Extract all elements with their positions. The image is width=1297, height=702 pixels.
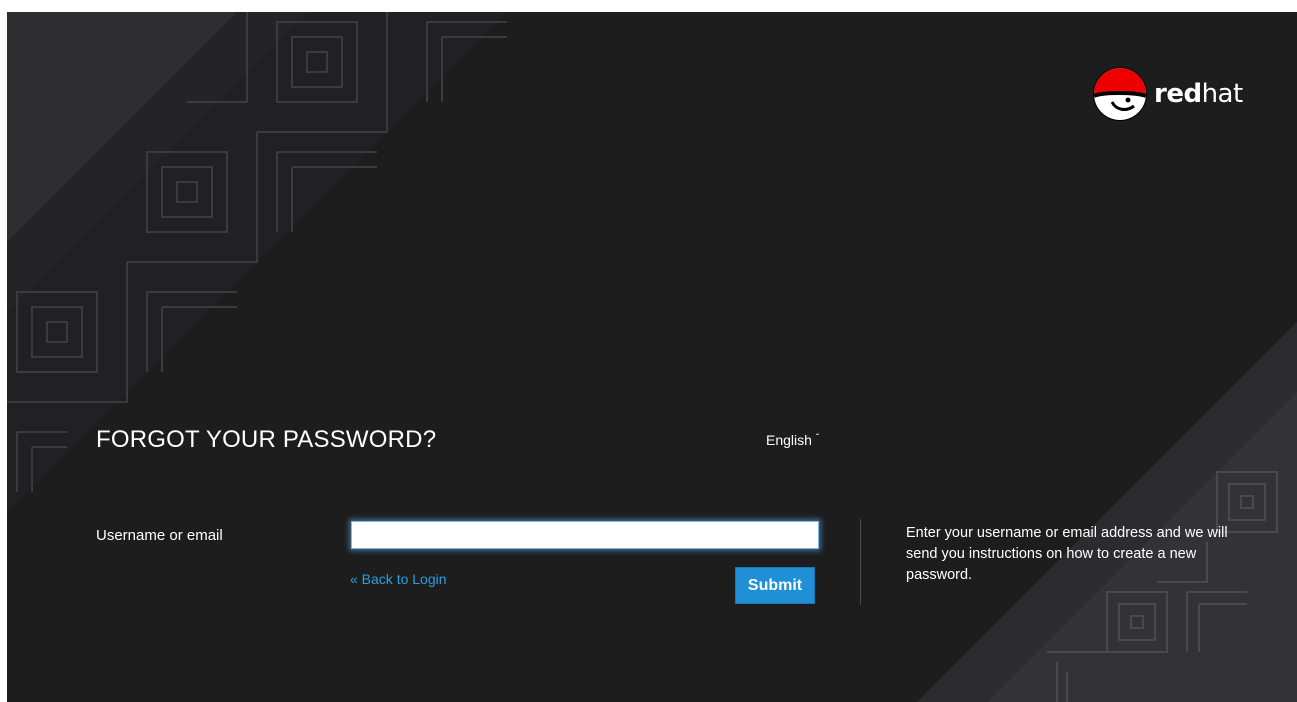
- page-title: FORGOT YOUR PASSWORD?: [96, 426, 437, 453]
- redhat-logo: red hat: [1092, 66, 1267, 122]
- redhat-wordmark: red hat: [1154, 79, 1243, 109]
- language-label: English: [766, 432, 812, 448]
- username-input[interactable]: [351, 521, 819, 549]
- wordmark-bold: red: [1154, 79, 1202, 109]
- instructions-text: Enter your username or email address and…: [906, 525, 1228, 583]
- language-selector[interactable]: English ˇ: [766, 432, 819, 448]
- submit-button[interactable]: Submit: [735, 567, 815, 604]
- redhat-shadowman-logo: [1093, 67, 1147, 121]
- back-to-login-link[interactable]: « Back to Login: [350, 571, 447, 587]
- wordmark-light: hat: [1201, 79, 1244, 109]
- chevron-down-icon: ˇ: [815, 432, 820, 444]
- username-label: Username or email: [96, 527, 223, 544]
- login-page-background: red hat FORGOT YOUR PASSWORD? English ˇ U…: [7, 12, 1297, 702]
- vertical-divider: [860, 519, 861, 605]
